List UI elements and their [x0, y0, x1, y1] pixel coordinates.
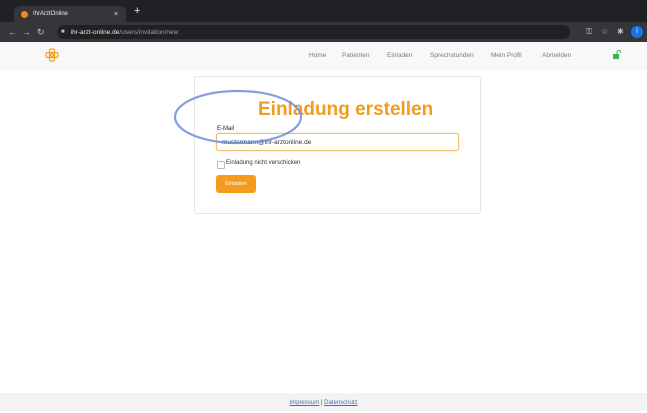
address-bar[interactable]: ■ ihr-arzt-online.de /users/invitation/n… [57, 25, 570, 39]
email-label: E-Mail [217, 126, 235, 132]
nav-einladen[interactable]: Einladen [387, 52, 412, 59]
browser-tab-strip: IhrArztOnline × + [0, 0, 647, 22]
browser-toolbar: ← → ↻ ■ ihr-arzt-online.de /users/invita… [0, 22, 647, 42]
datenschutz-link[interactable]: Datenschutz [324, 400, 357, 406]
nav-abmelden[interactable]: Abmelden [542, 52, 571, 59]
nav-home[interactable]: Home [309, 52, 326, 59]
page-footer: Impressum | Datenschutz [0, 393, 647, 411]
unlock-icon[interactable] [613, 50, 621, 59]
reload-icon[interactable]: ↻ [37, 26, 45, 38]
extension-icon[interactable]: ✱ [617, 27, 624, 37]
no-send-checkbox-label[interactable]: Einladung nicht verschicken [226, 160, 300, 166]
close-tab-icon[interactable]: × [114, 11, 118, 18]
back-icon[interactable]: ← [8, 26, 17, 38]
browser-tab[interactable]: IhrArztOnline × [14, 6, 126, 22]
lock-icon: ■ [61, 29, 65, 35]
tab-title: IhrArztOnline [33, 11, 69, 17]
profile-avatar[interactable]: i [631, 26, 643, 38]
no-send-checkbox[interactable] [217, 161, 225, 169]
email-field[interactable] [216, 133, 459, 151]
invite-button[interactable]: Einladen [216, 175, 256, 193]
star-icon[interactable]: ☆ [601, 27, 608, 37]
favicon-icon [21, 10, 28, 18]
nav-mein-profil[interactable]: Mein Profil [491, 52, 522, 59]
site-navbar: Home Patienten Einladen Sprechstunden Me… [0, 42, 647, 70]
nav-patienten[interactable]: Patienten [342, 52, 369, 59]
page-title: Einladung erstellen [258, 99, 434, 120]
url-host: ihr-arzt-online.de [70, 28, 120, 36]
logo-icon[interactable] [45, 48, 59, 62]
new-tab-button[interactable]: + [134, 6, 140, 17]
url-path: /users/invitation/new [119, 28, 179, 36]
forward-icon[interactable]: → [22, 26, 31, 38]
key-icon[interactable]: ⚿ [586, 27, 592, 37]
nav-sprechstunden[interactable]: Sprechstunden [430, 52, 474, 59]
impressum-link[interactable]: Impressum [290, 400, 320, 406]
